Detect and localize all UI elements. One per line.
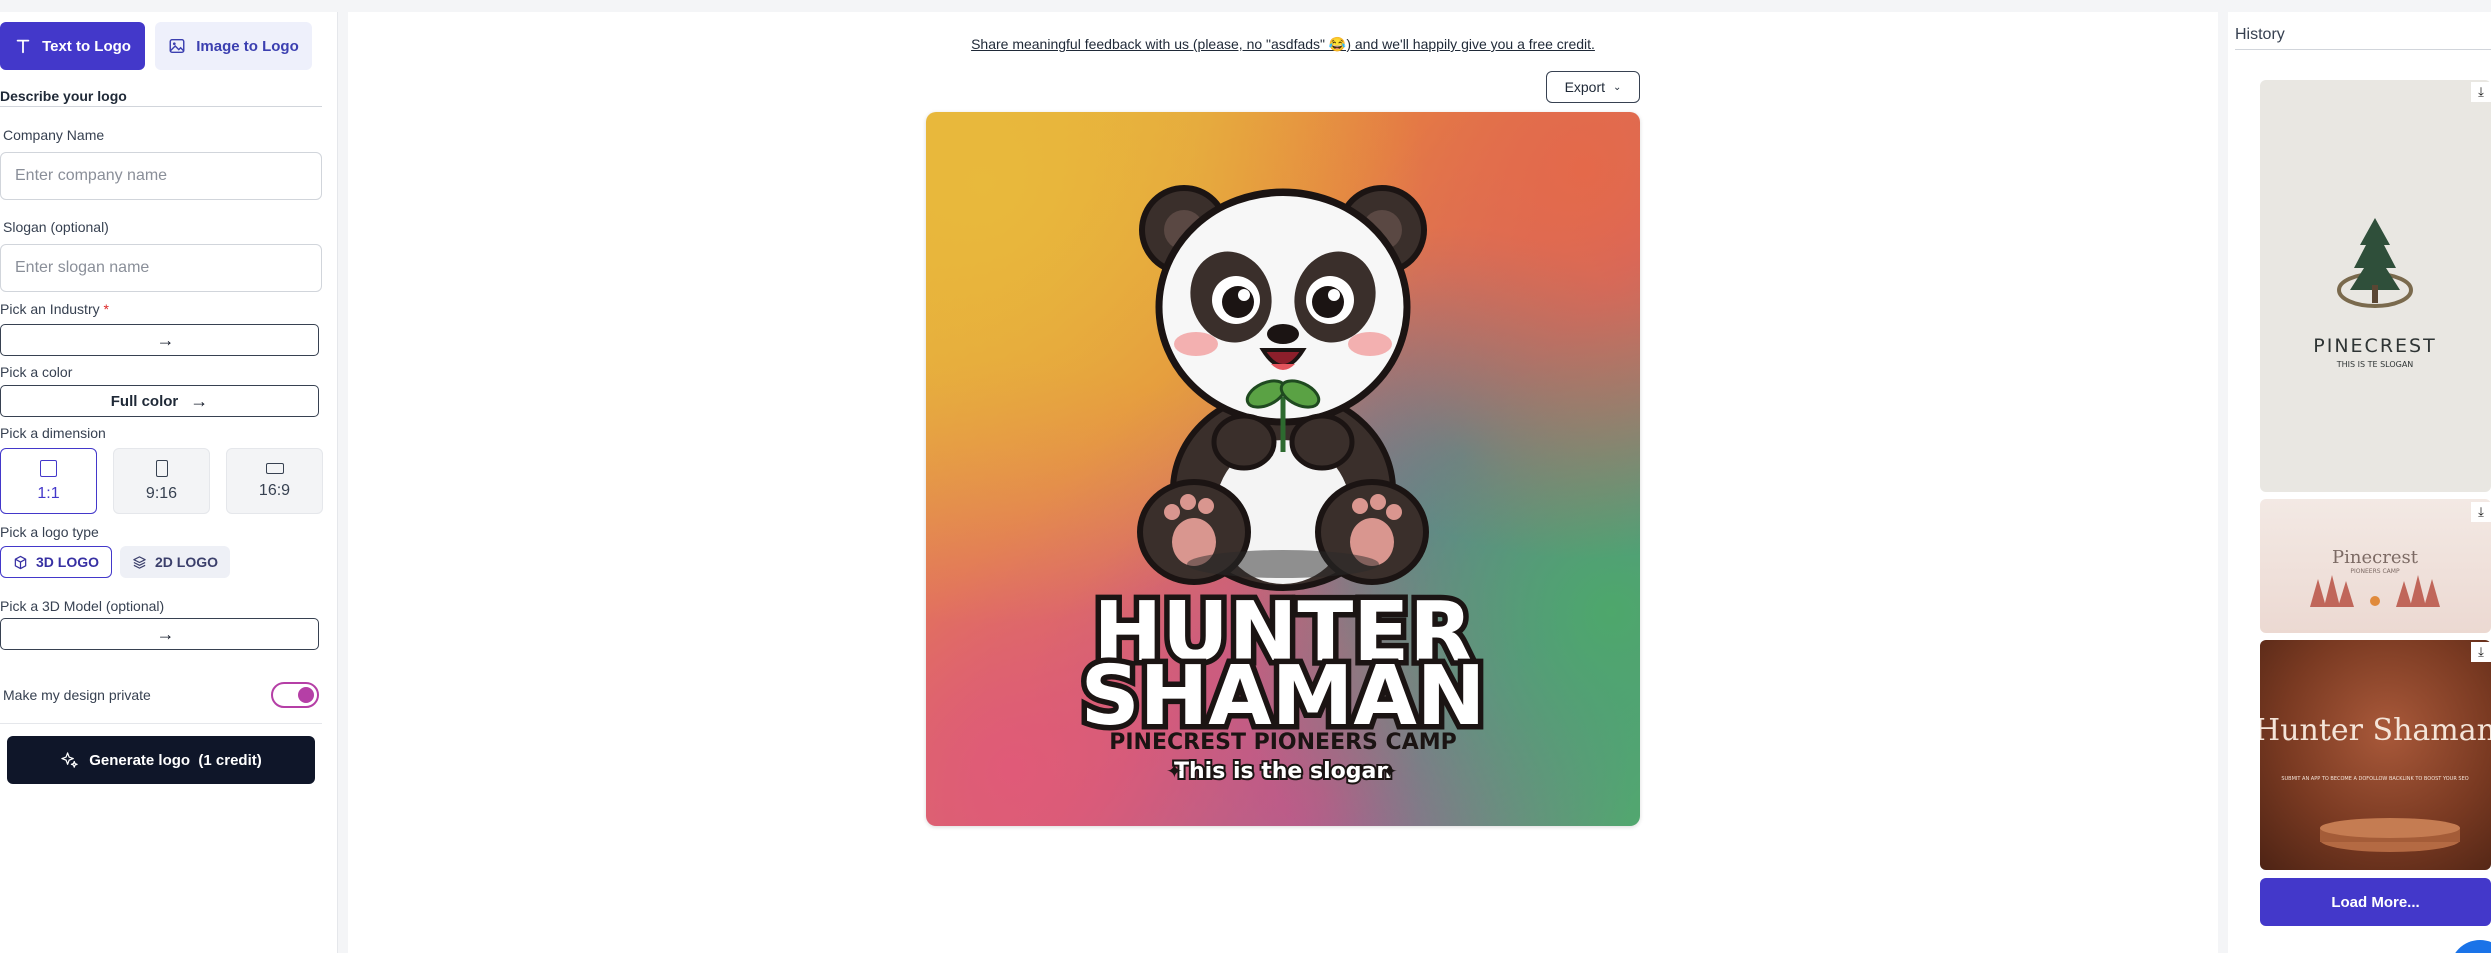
history-item[interactable]: PINECREST THIS IS TE SLOGAN [2260,80,2491,492]
tab-label: Text to Logo [42,37,131,55]
history-item-title: PINECREST [2313,335,2436,357]
logo-type-2d[interactable]: 2D LOGO [120,546,231,578]
arrow-right-icon: → [156,329,175,350]
toggle-knob [298,687,314,703]
required-mark: * [103,301,109,317]
generate-label: Generate logo (1 credit) [89,751,262,769]
left-panel: Text to Logo Image to Logo Describe your… [0,12,338,953]
dimension-label: Pick a dimension [0,425,106,441]
tab-label: Image to Logo [196,37,299,55]
company-name-input[interactable] [0,152,322,200]
industry-picker[interactable]: → [0,324,319,356]
logo-preview: HUNTER SHAMAN PINECREST PIONEERS CAMP Th… [926,112,1640,826]
dimension-options: 1:1 9:16 16:9 [0,448,323,514]
logo-type-options: 3D LOGO 2D LOGO [0,546,231,578]
layers-icon [133,555,146,569]
download-icon[interactable]: ⤓ [2471,502,2491,522]
section-title: Describe your logo [0,88,127,104]
sparkle-left-icon: ✦ [1166,759,1183,783]
history-thumbnail: Pinecrest PIONEERS CAMP [2310,547,2440,607]
panda-logo-illustration: HUNTER SHAMAN PINECREST PIONEERS CAMP Th… [1075,185,1491,786]
logo-type-label-text: 3D LOGO [36,554,100,570]
main-area: Share meaningful feedback with us (pleas… [348,12,2218,953]
image-icon [169,38,185,54]
model-picker[interactable]: → [0,618,319,650]
history-item[interactable]: Pinecrest PIONEERS CAMP [2260,499,2491,633]
history-item-subtitle: PIONEERS CAMP [2350,568,2400,575]
text-icon [16,39,30,54]
dimension-1-1[interactable]: 1:1 [0,448,97,514]
landscape-icon [265,462,284,474]
slogan-input[interactable] [0,244,322,292]
history-item-subtitle: THIS IS TE SLOGAN [2336,360,2414,369]
export-label: Export [1564,79,1606,95]
history-item[interactable]: Hunter Shaman SUBMIT AN APP TO BECOME A … [2260,640,2491,870]
logo-type-label: Pick a logo type [0,524,99,540]
color-picker[interactable]: Full color → [0,385,319,417]
divider [0,723,322,724]
industry-label-text: Pick an Industry [0,301,100,317]
private-row: Make my design private [3,682,319,708]
company-name-label: Company Name [3,127,105,143]
private-toggle[interactable] [271,682,319,708]
history-item-title: Pinecrest [2332,547,2419,568]
color-label: Pick a color [0,364,73,380]
logo-type-3d[interactable]: 3D LOGO [0,546,113,578]
dimension-label-text: 16:9 [258,481,291,499]
load-more-button[interactable]: Load More... [2260,878,2491,926]
portrait-icon [155,459,168,477]
dimension-9-16[interactable]: 9:16 [113,448,210,514]
tab-text-to-logo[interactable]: Text to Logo [0,22,145,70]
industry-label: Pick an Industry * [0,301,109,317]
divider [2235,49,2491,50]
history-title: History [2235,26,2285,43]
dimension-label-text: 9:16 [145,484,178,502]
arrow-right-icon: → [190,390,209,411]
color-value: Full color [110,392,179,410]
private-label: Make my design private [3,687,151,703]
sparkle-right-icon: ✦ [1381,759,1398,783]
chevron-down-icon: ⌄ [1613,81,1622,93]
dimension-label-text: 1:1 [37,484,60,502]
export-button[interactable]: Export ⌄ [1546,71,1640,103]
download-icon[interactable]: ⤓ [2471,642,2491,662]
app-root: Text to Logo Image to Logo Describe your… [0,0,2491,953]
mode-tabs: Text to Logo Image to Logo [0,22,312,70]
generate-logo-button[interactable]: Generate logo (1 credit) [7,736,315,784]
history-item-subtitle: SUBMIT AN APP TO BECOME A DOFOLLOW BACKL… [2281,776,2468,782]
download-icon[interactable]: ⤓ [2471,82,2491,102]
square-icon [40,459,57,477]
cube-icon [14,555,27,569]
divider [0,106,322,107]
dimension-16-9[interactable]: 16:9 [226,448,323,514]
logo-slogan: This is the slogan [1174,759,1392,784]
slogan-label: Slogan (optional) [3,219,109,235]
arrow-right-icon: → [156,623,175,644]
history-item-title: Hunter Shaman [2260,713,2491,748]
model-label: Pick a 3D Model (optional) [0,598,165,614]
history-thumbnail: Hunter Shaman SUBMIT AN APP TO BECOME A … [2260,713,2491,852]
tab-image-to-logo[interactable]: Image to Logo [155,22,312,70]
logo-type-label-text: 2D LOGO [155,554,219,570]
feedback-link[interactable]: Share meaningful feedback with us (pleas… [348,36,2218,53]
logo-company: PINECREST PIONEERS CAMP [1109,730,1457,755]
history-thumbnail: PINECREST THIS IS TE SLOGAN [2313,218,2436,369]
sparkle-icon [61,751,78,768]
history-panel: History PINECREST THIS IS TE SLOGAN ⤓ Pi… [2228,12,2491,953]
